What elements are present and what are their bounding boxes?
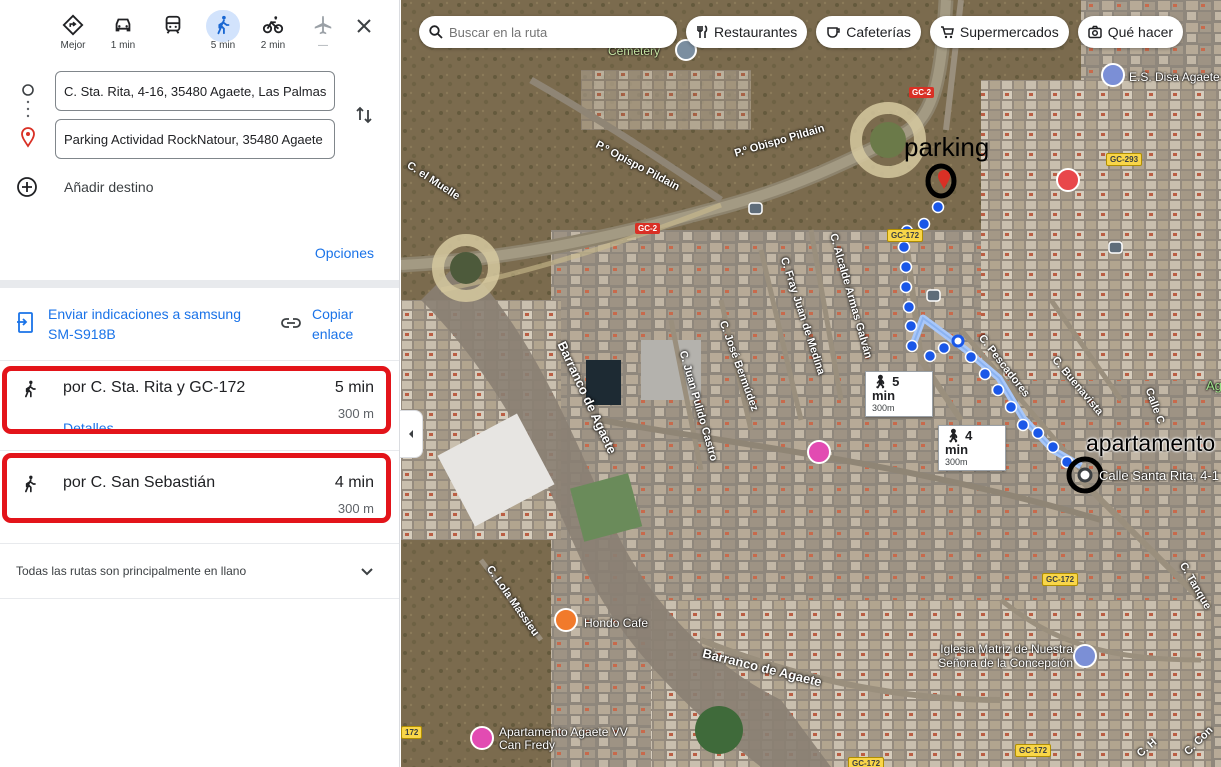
travel-mode-bar: Mejor 1 min 5 min 2 min —	[48, 8, 348, 58]
copy-link-label: Copiar enlace	[312, 306, 354, 342]
route-1-time: 5 min	[334, 379, 374, 396]
mode-flight-label: —	[318, 40, 328, 51]
mode-car[interactable]: 1 min	[98, 8, 148, 58]
search-icon	[429, 25, 443, 39]
label-iglesia: Iglesia Matriz de Nuestra Señora de la C…	[938, 642, 1073, 670]
collapse-panel-button[interactable]	[400, 410, 423, 458]
route-1-details-link[interactable]: Detalles	[63, 420, 114, 436]
camera-icon	[1087, 25, 1102, 39]
label-es-disa: E.S. Disa Agaete	[1129, 70, 1220, 84]
car-icon	[115, 18, 131, 32]
add-destination-button[interactable]: Añadir destino	[16, 176, 154, 198]
shield-gc172-e: 172	[401, 726, 423, 739]
chevron-down-icon[interactable]	[358, 562, 376, 580]
swap-waypoints-icon[interactable]	[353, 104, 375, 126]
chip-supermarkets[interactable]: Supermercados	[929, 16, 1069, 48]
shield-gc172-c: GC-172	[1015, 744, 1052, 757]
mode-walk-label: 5 min	[210, 40, 236, 51]
label-ag: Ag	[1206, 378, 1221, 393]
shield-gc172-b: GC-172	[1042, 573, 1079, 586]
bicycle-icon	[262, 16, 284, 34]
origin-input[interactable]: C. Sta. Rita, 4-16, 35480 Agaete, Las Pa…	[55, 71, 335, 111]
divider	[0, 280, 399, 288]
close-icon	[357, 19, 371, 33]
coffee-cup-icon	[827, 27, 841, 38]
link-icon	[281, 318, 301, 328]
terrain-note: Todas las rutas son principalmente en ll…	[16, 564, 247, 578]
annotation-parking: parking	[904, 132, 990, 162]
chevron-left-icon	[409, 430, 413, 438]
walk-icon	[25, 380, 36, 398]
route-option-1[interactable]: por C. Sta. Rita y GC-172 5 min 300 m De…	[0, 364, 399, 440]
divider	[0, 450, 399, 451]
route-search-box[interactable]	[419, 16, 677, 48]
divider	[0, 543, 399, 544]
divider	[0, 598, 399, 599]
route-1-callout[interactable]: 🚶︎ 5 min 300m	[865, 371, 933, 418]
destination-value: Parking Actividad RockNatour, 35480 Agae…	[64, 131, 323, 147]
fork-knife-icon	[697, 25, 708, 38]
diamond-directions-icon	[62, 14, 84, 36]
route-1-via: por C. Sta. Rita y GC-172	[63, 379, 246, 396]
walk-icon	[217, 15, 230, 35]
chip-cafes-label: Cafeterías	[846, 24, 911, 40]
chip-cafes[interactable]: Cafeterías	[816, 16, 921, 48]
route-2-callout[interactable]: 🚶︎ 4 min 300m	[938, 425, 1006, 472]
mode-transit[interactable]	[148, 8, 198, 58]
route-2-time: 4 min	[334, 474, 374, 491]
route-search-input[interactable]	[449, 24, 649, 40]
divider	[0, 360, 399, 361]
add-circle-icon	[17, 177, 37, 197]
copy-link-button[interactable]: Copiar enlace	[280, 304, 372, 344]
airplane-icon	[314, 15, 332, 35]
callout-1-distance: 300m	[872, 402, 895, 413]
mode-walk[interactable]: 5 min	[198, 8, 248, 58]
mode-best[interactable]: Mejor	[48, 8, 98, 58]
waypoint-connector-icon	[21, 84, 35, 148]
cart-icon	[940, 26, 954, 39]
mode-best-label: Mejor	[60, 40, 86, 51]
satellite-imagery	[401, 0, 1221, 767]
chip-things-to-do[interactable]: Qué hacer	[1077, 16, 1184, 48]
send-to-phone-label: Enviar indicaciones a samsung SM-S918B	[48, 306, 241, 342]
options-link[interactable]: Opciones	[315, 245, 374, 261]
directions-panel: Mejor 1 min 5 min 2 min — C. Sta. Rita, …	[0, 0, 400, 767]
chip-restaurants[interactable]: Restaurantes	[686, 16, 808, 48]
map-chip-bar: Restaurantes Cafeterías Supermercados Qu…	[419, 16, 1184, 48]
mode-flight[interactable]: —	[298, 8, 348, 58]
add-destination-label: Añadir destino	[64, 179, 154, 195]
callout-2-distance: 300m	[945, 456, 968, 467]
walk-icon	[25, 475, 36, 493]
mode-car-label: 1 min	[110, 40, 136, 51]
mode-bike-label: 2 min	[260, 40, 286, 51]
train-icon	[165, 15, 181, 34]
shield-gc2-a: GC-2	[909, 87, 935, 98]
origin-value: C. Sta. Rita, 4-16, 35480 Agaete, Las Pa…	[64, 83, 326, 99]
close-directions-button[interactable]	[352, 14, 376, 38]
shield-gc172-d: GC-172	[848, 757, 885, 767]
satellite-map[interactable]: Cemetery E.S. Disa Agaete P.º Opispo Pil…	[401, 0, 1221, 767]
send-to-phone-button[interactable]: Enviar indicaciones a samsung SM-S918B	[16, 304, 258, 344]
shield-gc293: GC-293	[1106, 153, 1143, 166]
mode-bike[interactable]: 2 min	[248, 8, 298, 58]
label-santa-rita: Calle Santa Rita, 4-1	[1099, 468, 1219, 483]
walk-icon: 🚶︎	[872, 374, 889, 389]
shield-gc2-b: GC-2	[635, 223, 661, 234]
route-option-2[interactable]: por C. San Sebastián 4 min 300 m	[0, 459, 399, 523]
chip-supermarkets-label: Supermercados	[959, 24, 1059, 40]
send-to-device-icon	[17, 312, 33, 333]
label-hondo-cafe: Hondo Cafe	[584, 616, 649, 630]
destination-input[interactable]: Parking Actividad RockNatour, 35480 Agae…	[55, 119, 335, 159]
route-2-distance: 300 m	[337, 501, 374, 516]
chip-restaurants-label: Restaurantes	[714, 24, 798, 40]
label-apartamento-vv: Apartamento Agaete VV Can Fredy	[499, 725, 628, 752]
chip-things-to-do-label: Qué hacer	[1107, 24, 1174, 40]
route-2-via: por C. San Sebastián	[63, 474, 216, 491]
annotation-apartamento: apartamento	[1086, 430, 1216, 456]
route-1-distance: 300 m	[337, 406, 374, 421]
shield-gc172-a: GC-172	[887, 229, 924, 242]
walk-icon: 🚶︎	[945, 428, 962, 443]
